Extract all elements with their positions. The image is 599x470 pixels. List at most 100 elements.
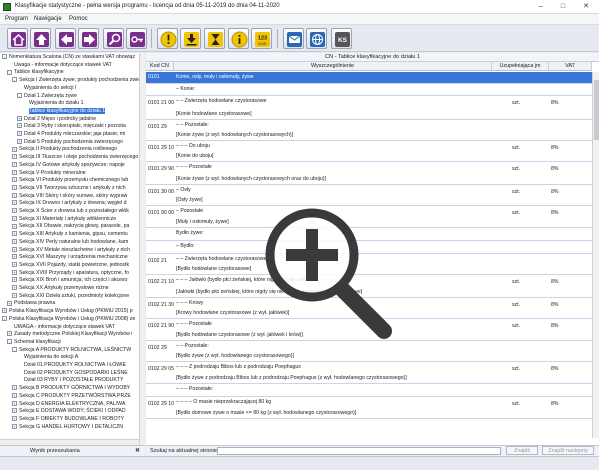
expand-icon[interactable]: + [12,385,17,391]
tree-item[interactable]: Uwaga - informacje dotyczące stawek VAT [7,62,112,69]
tree-item[interactable]: + Sekcja III Tłuszcze i oleje pochodzenia… [12,154,138,161]
column-header-description[interactable]: Wyszczególnienie [174,62,492,71]
expand-icon[interactable]: + [12,215,17,221]
tree-item[interactable]: Dział 01 PRODUKTY ROLNICTWA I ŁOWIE [17,362,126,369]
ks-button[interactable]: KS [331,28,352,49]
tree-item[interactable]: + Sekcja VI Produkty przemysłu chemiczneg… [12,177,128,184]
tree-item[interactable]: + Sekcja V Produkty mineralne [12,170,86,177]
search-results-label[interactable]: Wynik przeszukania [30,448,80,454]
tree-item[interactable]: - Sekcja A PRODUKTY ROLNICTWA, LEŚNICTW [12,347,131,354]
tree-item[interactable]: + Dział 5 Produkty pochodzenia zwierzęceg… [17,139,123,146]
table-row[interactable]: 0101 21 00– – Zwierzęta hodowlane czysto… [146,96,592,120]
tree-item[interactable]: + Sekcja XV Metale nieszlachetne i artyku… [12,247,130,254]
tree-item[interactable]: Tablice klasyfikacyjne do działu 1 [22,107,106,115]
tree-item[interactable]: Wyjaśnienia do sekcji I [17,85,76,92]
expand-icon[interactable]: + [12,238,17,244]
table-row[interactable]: 0101 30 00– Osły [Osły żywe] szt. 8% [146,185,592,206]
expand-icon[interactable]: + [12,154,17,160]
expand-icon[interactable]: + [12,146,17,152]
table-row[interactable]: – – – Pozostałe: [146,384,592,397]
tree-item[interactable]: + Sekcja F OBIEKTY BUDOWLANE I ROBOTY [12,416,124,423]
warning-button[interactable] [157,28,178,49]
expand-icon[interactable]: + [12,392,17,398]
minimize-button[interactable]: – [531,1,551,12]
tree-item[interactable]: - Sekcja I Zwierzęta żywe; produkty pocho… [12,77,144,84]
zoom-in-icon[interactable] [262,205,398,341]
collapse-icon[interactable]: - [12,77,17,83]
tree-item[interactable]: + Sekcja XIX Broń i amunicja; ich części … [12,277,127,284]
tree-item[interactable]: + Sekcja B PRODUKTY GÓRNICTWA I WYDOBY [12,385,130,392]
expand-icon[interactable]: + [12,185,17,191]
home-button[interactable] [7,28,28,49]
expand-icon[interactable]: + [7,331,12,337]
key-button[interactable] [126,28,147,49]
menu-nawigacje[interactable]: Nawigacje [34,16,62,22]
table-row[interactable]: 0102 29 10– – – – O masie nieprzekraczaj… [146,397,592,419]
expand-icon[interactable]: + [12,400,17,406]
find-next-button[interactable]: Znajdź następny [542,446,594,455]
expand-icon[interactable]: + [12,277,17,283]
maximize-button[interactable]: □ [553,1,573,12]
expand-icon[interactable]: + [7,300,12,306]
close-button[interactable]: ✕ [576,1,596,12]
expand-icon[interactable]: + [12,292,17,298]
tree-item[interactable]: + Sekcja IX Drewno i artykuły z drewna; w… [12,200,127,207]
forward-button[interactable] [78,28,99,49]
back-button[interactable] [55,28,76,49]
expand-icon[interactable]: + [12,254,17,260]
collapse-icon[interactable]: - [17,92,22,98]
scrollbar-thumb[interactable] [594,80,599,140]
tree-item[interactable]: Dział 02 PRODUKTY GOSPODARKI LEŚNE [17,370,128,377]
table-row[interactable]: – Konie: [146,84,592,96]
search-button[interactable] [103,28,124,49]
expand-icon[interactable]: + [12,223,17,229]
tree-item[interactable]: + Zasady metodyczne Polskiej Klasyfikacji… [7,331,132,338]
tree-item[interactable]: + Sekcja XX Artykuły przemysłowe różne [12,285,109,292]
tree-item[interactable]: + Polska Klasyfikacja Wyrobów i Usług (PK… [2,308,133,315]
tree-item[interactable]: + Podstawa prawna [7,300,55,307]
tree-item[interactable]: + Sekcja IV Gotowe artykuły spożywcze; na… [12,162,125,169]
up-button[interactable] [30,28,51,49]
find-button[interactable]: Znajdź [506,446,538,455]
expand-icon[interactable]: + [12,285,17,291]
expand-icon[interactable]: + [12,423,17,429]
expand-icon[interactable]: + [2,308,7,314]
content-vertical-scrollbar[interactable] [592,72,599,438]
column-header-vat[interactable]: VAT [549,62,592,71]
menu-pomoc[interactable]: Pomoc [69,16,88,22]
tree-item[interactable]: + Sekcja XIII Artykuły z kamienia, gipsu,… [12,231,128,238]
expand-icon[interactable]: + [17,131,22,137]
expand-icon[interactable]: + [17,123,22,129]
tree-vertical-scrollbar[interactable] [139,53,145,445]
close-icon[interactable]: ✖ [135,447,140,454]
expand-icon[interactable]: + [12,208,17,214]
code-button[interactable]: 123 KOD [251,28,272,49]
tree-item[interactable]: + Sekcja II Produkty pochodzenia roślinne… [12,146,117,153]
search-input[interactable] [217,447,501,455]
tree-item[interactable]: Dział 03 RYBY I POZOSTAŁE PRODUKTY [17,377,123,384]
tree-item[interactable]: Wyjaśnienia do działu 1 [22,100,83,107]
tree-item[interactable]: + Sekcja XVI Maszyny i urządzenia mechani… [12,254,128,261]
table-row[interactable]: 0101 Konie, osły, muły i osłomuły, żywe [146,72,592,84]
hourglass-button[interactable] [204,28,225,49]
tree-item[interactable]: - Nomenklatura Scalona (CN) ze stawkami V… [2,54,135,61]
tree-item[interactable]: + Dział 3 Ryby i skorupiaki, mięczaki i p… [17,123,126,130]
expand-icon[interactable]: + [12,269,17,275]
tree-item[interactable]: - Tablice klasyfikacyjne [7,69,64,76]
expand-icon[interactable]: + [12,408,17,414]
expand-icon[interactable]: + [12,246,17,252]
expand-icon[interactable]: + [17,138,22,144]
tree-item[interactable]: + Sekcja X Ścier z drewna lub z pozostałe… [12,208,129,215]
collapse-icon[interactable]: - [7,69,12,75]
tree-item[interactable]: + Sekcja E DOSTAWA WODY; ŚCIEKI I ODPAD [12,408,126,415]
table-row[interactable]: 0102 29 – – Pozostałe: [Bydło żywe (z wył.… [146,341,592,362]
tree-item[interactable]: + Sekcja VIII Skóry i skóry surowe, skóry… [12,193,127,200]
collapse-icon[interactable]: - [2,54,7,60]
collapse-icon[interactable]: - [2,315,7,321]
table-row[interactable]: 0101 29 – – Pozostałe: [Konie żywe (z wył.… [146,120,592,141]
expand-icon[interactable]: + [17,115,22,121]
table-row[interactable]: 0101 29 10– – – Do uboju [Konie do uboju]… [146,141,592,162]
expand-icon[interactable]: + [12,416,17,422]
tree-item[interactable]: + Sekcja XII Obuwie, nakrycia głowy, para… [12,223,129,230]
tree-item[interactable]: - Polska Klasyfikacja Wyrobów i Usług (PK… [2,316,135,323]
